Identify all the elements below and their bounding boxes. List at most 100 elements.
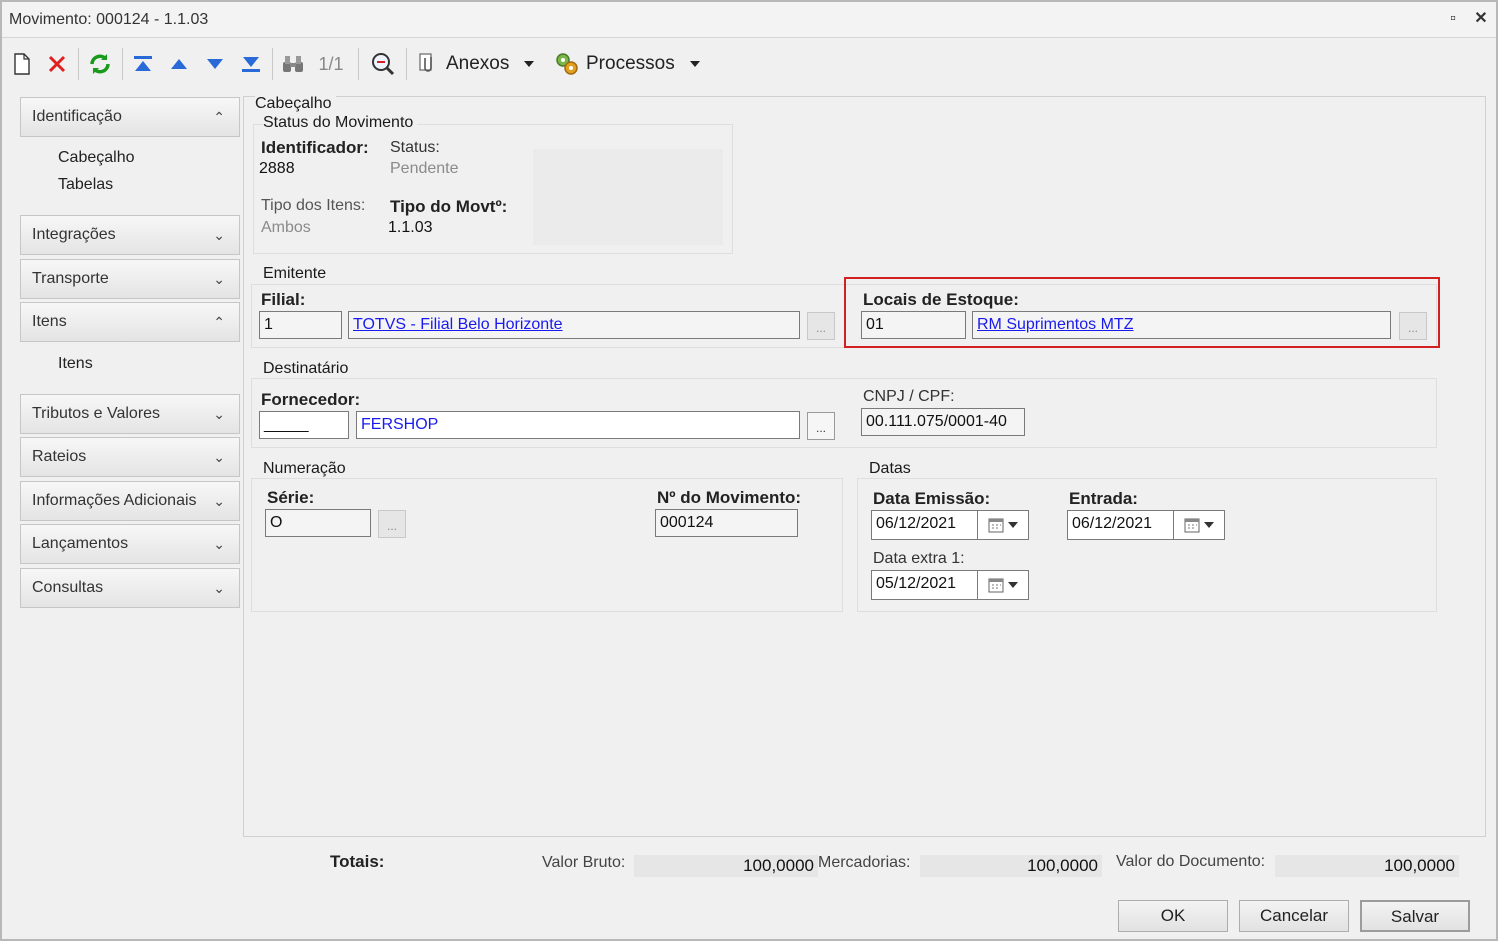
sidebar-section-transporte[interactable]: Transporte ⌄: [20, 259, 240, 299]
locais-code-input[interactable]: 01: [861, 311, 966, 339]
sidebar-item-tabelas[interactable]: Tabelas: [58, 176, 113, 194]
status-label: Status:: [390, 139, 440, 156]
status-value: Pendente: [390, 160, 459, 177]
anexos-menu-button[interactable]: Anexos: [416, 50, 540, 78]
search-icon[interactable]: [368, 50, 398, 78]
toolbar-separator: [272, 48, 273, 80]
totais-label: Totais:: [330, 852, 385, 871]
destinatario-title: Destinatário: [263, 360, 353, 378]
numero-movimento-field[interactable]: 000124: [655, 509, 798, 537]
chevron-up-icon: ⌃: [213, 109, 225, 125]
delete-icon[interactable]: [44, 50, 70, 78]
sidebar-section-identificacao[interactable]: Identificação ⌃: [20, 97, 240, 137]
sidebar-section-label: Transporte: [32, 270, 109, 287]
toolbar-separator: [78, 48, 79, 80]
sidebar-section-label: Informações Adicionais: [32, 492, 197, 509]
sidebar-section-itens[interactable]: Itens ⌃: [20, 302, 240, 342]
toolbar-separator: [358, 48, 359, 80]
sidebar-section-tributos[interactable]: Tributos e Valores ⌄: [20, 394, 240, 434]
record-counter: 1/1: [318, 53, 344, 74]
filial-lookup-button[interactable]: ...: [807, 312, 835, 340]
emitente-title: Emitente: [263, 265, 331, 283]
calendar-icon: [1184, 518, 1200, 533]
filial-label: Filial:: [261, 290, 306, 309]
cnpj-label: CNPJ / CPF:: [863, 388, 955, 405]
save-button[interactable]: Salvar: [1360, 900, 1470, 932]
new-document-icon[interactable]: [10, 50, 34, 78]
refresh-icon[interactable]: [86, 50, 114, 78]
fornecedor-lookup-button[interactable]: ...: [807, 412, 835, 440]
entrada-input[interactable]: 06/12/2021: [1067, 510, 1174, 540]
fornecedor-name-input[interactable]: FERSHOP: [356, 411, 800, 439]
sidebar-section-label: Identificação: [32, 108, 122, 125]
serie-input[interactable]: O: [265, 509, 371, 537]
filial-code-input[interactable]: 1: [259, 311, 342, 339]
sidebar-section-integracoes[interactable]: Integrações ⌄: [20, 215, 240, 255]
fornecedor-code-input[interactable]: _____: [259, 411, 349, 439]
window-title: Movimento: 000124 - 1.1.03: [9, 11, 209, 28]
chevron-down-icon: ⌄: [213, 580, 225, 596]
sidebar-section-label: Tributos e Valores: [32, 405, 161, 422]
locais-lookup-button[interactable]: ...: [1399, 312, 1427, 340]
data-emissao-input[interactable]: 06/12/2021: [871, 510, 978, 540]
title-bar: Movimento: 000124 - 1.1.03 ▫ ✕: [2, 2, 1496, 38]
numeracao-title: Numeração: [263, 460, 350, 478]
next-record-icon[interactable]: [202, 50, 228, 78]
data-emissao-calendar-button[interactable]: [977, 510, 1029, 540]
first-record-icon[interactable]: [130, 50, 156, 78]
ok-button[interactable]: OK: [1118, 900, 1228, 932]
last-record-icon[interactable]: [238, 50, 264, 78]
sidebar-section-lancamentos[interactable]: Lançamentos ⌄: [20, 524, 240, 564]
sidebar-section-label: Consultas: [32, 579, 104, 596]
valor-documento-label: Valor do Documento:: [1116, 853, 1266, 870]
cnpj-field[interactable]: 00.111.075/0001-40: [861, 408, 1025, 436]
processos-menu-button[interactable]: Processos: [554, 50, 702, 78]
sidebar-section-consultas[interactable]: Consultas ⌄: [20, 568, 240, 608]
sidebar-item-cabecalho[interactable]: Cabeçalho: [58, 149, 135, 167]
serie-label: Série:: [267, 488, 315, 507]
data-extra-input[interactable]: 05/12/2021: [871, 570, 978, 600]
numero-movimento-label: Nº do Movimento:: [657, 488, 802, 507]
filial-name-link[interactable]: TOTVS - Filial Belo Horizonte: [348, 311, 800, 339]
data-extra-label: Data extra 1:: [873, 550, 965, 567]
tipo-movto-label: Tipo do Movtº:: [390, 197, 508, 216]
datas-title: Datas: [869, 460, 915, 478]
chevron-down-icon: ⌄: [213, 493, 225, 509]
dropdown-arrow-icon: [1008, 522, 1018, 528]
processos-label: Processos: [586, 53, 675, 74]
serie-lookup-button[interactable]: ...: [378, 510, 406, 538]
status-color-area: [533, 149, 723, 245]
maximize-icon[interactable]: ▫: [1442, 8, 1464, 30]
chevron-down-icon: ⌄: [213, 406, 225, 422]
calendar-icon: [988, 518, 1004, 533]
cancel-button[interactable]: Cancelar: [1239, 900, 1349, 932]
sidebar-section-label: Integrações: [32, 226, 116, 243]
locais-name-link[interactable]: RM Suprimentos MTZ: [972, 311, 1391, 339]
paperclip-icon: [419, 53, 432, 72]
toolbar: 1/1 Anexos Processos: [2, 40, 1496, 88]
entrada-calendar-button[interactable]: [1173, 510, 1225, 540]
dropdown-arrow-icon: [1008, 582, 1018, 588]
sidebar-section-label: Rateios: [32, 448, 87, 465]
tipo-movto-value: 1.1.03: [388, 219, 433, 236]
binoculars-icon[interactable]: [280, 50, 306, 78]
close-icon[interactable]: ✕: [1470, 8, 1492, 30]
anexos-label: Anexos: [446, 53, 510, 74]
dropdown-arrow-icon: [1204, 522, 1214, 528]
movimento-window: Movimento: 000124 - 1.1.03 ▫ ✕ 1/1 Anexo…: [0, 0, 1498, 941]
sidebar-item-itens[interactable]: Itens: [58, 355, 93, 373]
valor-bruto-label: Valor Bruto:: [542, 854, 626, 871]
data-extra-calendar-button[interactable]: [977, 570, 1029, 600]
locais-label: Locais de Estoque:: [863, 290, 1019, 309]
sidebar-section-informacoes-adicionais[interactable]: Informações Adicionais ⌄: [20, 481, 240, 521]
gears-icon: [556, 53, 578, 75]
main-content: Cabeçalho Status do Movimento Identifica…: [243, 95, 1486, 837]
chevron-down-icon: ⌄: [213, 227, 225, 243]
identificador-value: 2888: [259, 160, 295, 177]
previous-record-icon[interactable]: [166, 50, 192, 78]
totals-bar: Totais: Valor Bruto: 100,0000 Mercadoria…: [2, 847, 1498, 883]
chevron-down-icon: ⌄: [213, 271, 225, 287]
chevron-down-icon: ⌄: [213, 536, 225, 552]
sidebar-section-rateios[interactable]: Rateios ⌄: [20, 437, 240, 477]
entrada-label: Entrada:: [1069, 489, 1138, 508]
